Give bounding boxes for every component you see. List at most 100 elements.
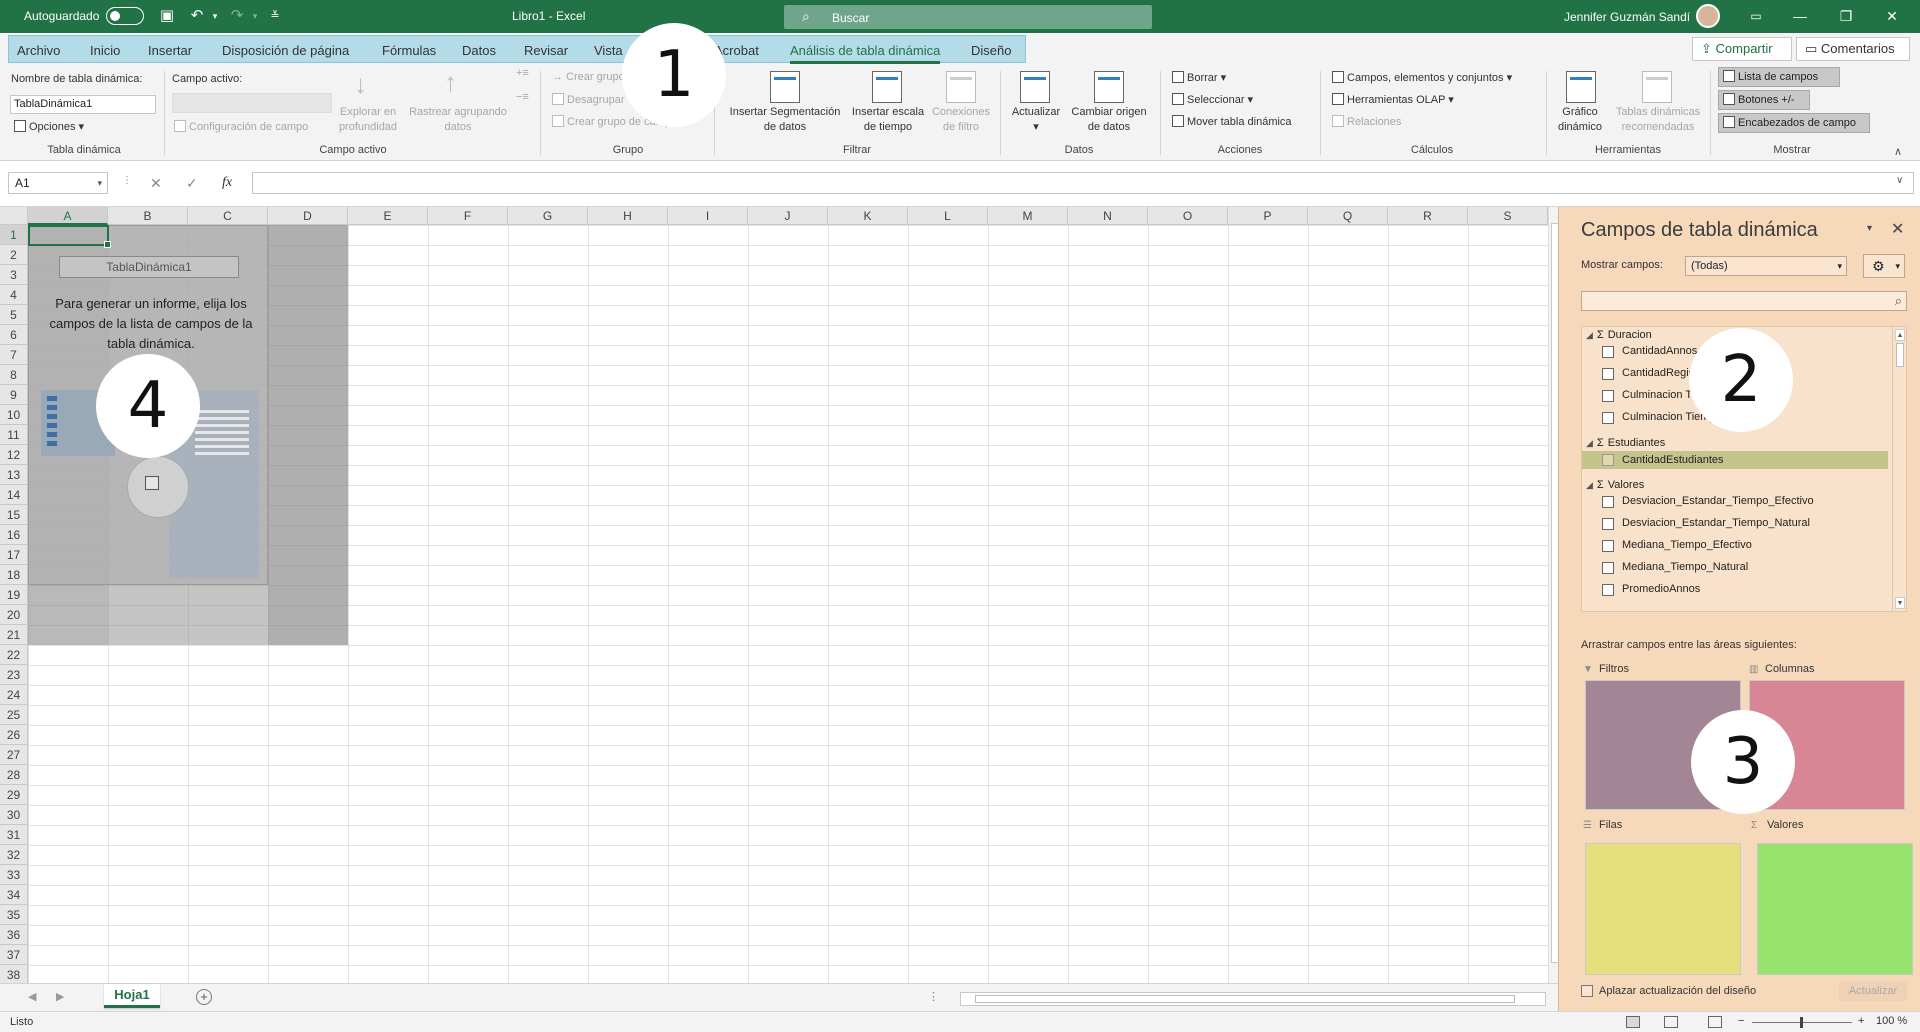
row-header[interactable]: 36 bbox=[0, 925, 28, 945]
field-item[interactable]: Mediana_Tiempo_Natural bbox=[1602, 561, 1748, 574]
field-checkbox[interactable] bbox=[1602, 454, 1614, 466]
row-header[interactable]: 2 bbox=[0, 245, 28, 265]
select-all-corner[interactable] bbox=[0, 207, 28, 225]
row-header[interactable]: 25 bbox=[0, 705, 28, 725]
row-header[interactable]: 10 bbox=[0, 405, 28, 425]
row-header[interactable]: 38 bbox=[0, 965, 28, 983]
expand-formula-icon[interactable]: ∨ bbox=[1896, 175, 1903, 186]
row-header[interactable]: 15 bbox=[0, 505, 28, 525]
column-header[interactable]: G bbox=[508, 207, 588, 225]
row-header[interactable]: 4 bbox=[0, 285, 28, 305]
column-header[interactable]: Q bbox=[1308, 207, 1388, 225]
prev-sheet-icon[interactable]: ◀ bbox=[28, 990, 36, 1003]
collapse-field-icon[interactable]: −≡ bbox=[516, 91, 529, 103]
fields-items-button[interactable]: Campos, elementos y conjuntos ▾ bbox=[1332, 71, 1512, 84]
field-group-header[interactable]: ◢ Σ Valores bbox=[1586, 479, 1644, 491]
zoom-slider-thumb[interactable] bbox=[1800, 1017, 1803, 1028]
field-checkbox[interactable] bbox=[1602, 562, 1614, 574]
drill-down-button[interactable]: Explorar en profundidad bbox=[332, 105, 404, 135]
field-group-header[interactable]: ◢ Σ Duracion bbox=[1586, 329, 1652, 341]
field-item[interactable]: Mediana_Tiempo_Efectivo bbox=[1602, 539, 1752, 552]
defer-update-checkbox[interactable] bbox=[1581, 985, 1593, 997]
field-checkbox[interactable] bbox=[1602, 412, 1614, 424]
insert-function-icon[interactable]: fx bbox=[222, 175, 232, 191]
vertical-scroll-thumb[interactable] bbox=[1551, 223, 1558, 963]
column-header[interactable]: L bbox=[908, 207, 988, 225]
collapse-group-icon[interactable]: ◢ bbox=[1586, 330, 1593, 340]
zoom-level[interactable]: 100 % bbox=[1876, 1015, 1907, 1027]
tab-datos[interactable]: Datos bbox=[462, 43, 496, 58]
column-header[interactable]: E bbox=[348, 207, 428, 225]
tab-disposicion[interactable]: Disposición de página bbox=[222, 43, 349, 58]
row-header[interactable]: 6 bbox=[0, 325, 28, 345]
formula-input[interactable] bbox=[252, 172, 1914, 194]
zoom-out-icon[interactable]: − bbox=[1738, 1015, 1744, 1027]
column-header[interactable]: K bbox=[828, 207, 908, 225]
row-header[interactable]: 24 bbox=[0, 685, 28, 705]
pivot-name-input[interactable]: TablaDinámica1 bbox=[10, 95, 156, 114]
row-header[interactable]: 35 bbox=[0, 905, 28, 925]
scroll-up-icon[interactable]: ▲ bbox=[1895, 329, 1905, 341]
filter-connections-button[interactable]: Conexiones de filtro bbox=[926, 105, 996, 135]
sheet-tab-hoja1[interactable]: Hoja1 bbox=[104, 984, 160, 1008]
tab-diseno[interactable]: Diseño bbox=[971, 43, 1011, 58]
row-header[interactable]: 27 bbox=[0, 745, 28, 765]
column-header[interactable]: P bbox=[1228, 207, 1308, 225]
collapse-group-icon[interactable]: ◢ bbox=[1586, 438, 1593, 448]
column-header[interactable]: C bbox=[188, 207, 268, 225]
options-button[interactable]: Opciones ▾ bbox=[14, 120, 84, 133]
field-list-scroll-thumb[interactable] bbox=[1896, 343, 1904, 367]
tools-button[interactable]: ⚙ ▾ bbox=[1863, 254, 1905, 278]
row-header[interactable]: 8 bbox=[0, 365, 28, 385]
row-header[interactable]: 1 bbox=[0, 225, 28, 245]
restore-icon[interactable]: ❐ bbox=[1826, 5, 1866, 27]
page-break-view-icon[interactable] bbox=[1708, 1016, 1722, 1028]
collapse-ribbon-icon[interactable]: ∧ bbox=[1894, 145, 1902, 158]
column-header[interactable]: R bbox=[1388, 207, 1468, 225]
collapse-group-icon[interactable]: ◢ bbox=[1586, 480, 1593, 490]
avatar[interactable] bbox=[1696, 4, 1720, 28]
field-search-input[interactable]: ⌕ bbox=[1581, 291, 1907, 311]
column-header[interactable]: F bbox=[428, 207, 508, 225]
search-box[interactable]: ⌕ Buscar bbox=[784, 5, 1152, 29]
column-header[interactable]: H bbox=[588, 207, 668, 225]
row-header[interactable]: 9 bbox=[0, 385, 28, 405]
ribbon-display-icon[interactable]: ▭ bbox=[1736, 5, 1776, 27]
field-item[interactable]: Desviacion_Estandar_Tiempo_Efectivo bbox=[1602, 495, 1814, 508]
row-header[interactable]: 14 bbox=[0, 485, 28, 505]
column-header[interactable]: B bbox=[108, 207, 188, 225]
field-checkbox[interactable] bbox=[1602, 346, 1614, 358]
row-header[interactable]: 13 bbox=[0, 465, 28, 485]
save-icon[interactable]: ▣ bbox=[156, 6, 178, 26]
sheet-options-icon[interactable]: ⋮ bbox=[928, 990, 939, 1003]
vertical-scrollbar[interactable] bbox=[1548, 207, 1558, 983]
close-pane-icon[interactable]: ✕ bbox=[1891, 219, 1904, 239]
row-header[interactable]: 28 bbox=[0, 765, 28, 785]
ungroup-button[interactable]: Desagrupar bbox=[552, 93, 624, 106]
row-header[interactable]: 33 bbox=[0, 865, 28, 885]
column-header[interactable]: N bbox=[1068, 207, 1148, 225]
tab-vista[interactable]: Vista bbox=[594, 43, 623, 58]
field-checkbox[interactable] bbox=[1602, 540, 1614, 552]
tab-inicio[interactable]: Inicio bbox=[90, 43, 120, 58]
spreadsheet-grid[interactable]: ABCDEFGHIJKLMNOPQRS 1 2 3 4 5 6 7 8 9 10 11 12 13 14 1… bbox=[0, 207, 1558, 983]
refresh-button[interactable]: Actualizar ▾ bbox=[1004, 105, 1068, 135]
field-checkbox[interactable] bbox=[1602, 368, 1614, 380]
horizontal-scrollbar[interactable] bbox=[960, 992, 1546, 1006]
move-pivot-button[interactable]: Mover tabla dinámica bbox=[1172, 115, 1292, 128]
row-header[interactable]: 5 bbox=[0, 305, 28, 325]
tab-pivot-analyze[interactable]: Análisis de tabla dinámica bbox=[790, 43, 941, 64]
row-header[interactable]: 32 bbox=[0, 845, 28, 865]
row-header[interactable]: 12 bbox=[0, 445, 28, 465]
field-list-scrollbar[interactable]: ▲ ▼ bbox=[1892, 327, 1906, 611]
field-item[interactable]: PromedioAnnos bbox=[1602, 583, 1700, 596]
field-item[interactable]: CantidadAnnos bbox=[1602, 345, 1697, 358]
row-header[interactable]: 37 bbox=[0, 945, 28, 965]
horizontal-scroll-thumb[interactable] bbox=[975, 995, 1515, 1003]
row-header[interactable]: 16 bbox=[0, 525, 28, 545]
field-checkbox[interactable] bbox=[1602, 496, 1614, 508]
field-list-toggle[interactable]: Lista de campos bbox=[1718, 67, 1840, 87]
update-button[interactable]: Actualizar bbox=[1839, 981, 1907, 1001]
field-item[interactable]: CantidadEstudiantes bbox=[1582, 451, 1888, 469]
recommended-pivots-button[interactable]: Tablas dinámicas recomendadas bbox=[1606, 105, 1710, 135]
